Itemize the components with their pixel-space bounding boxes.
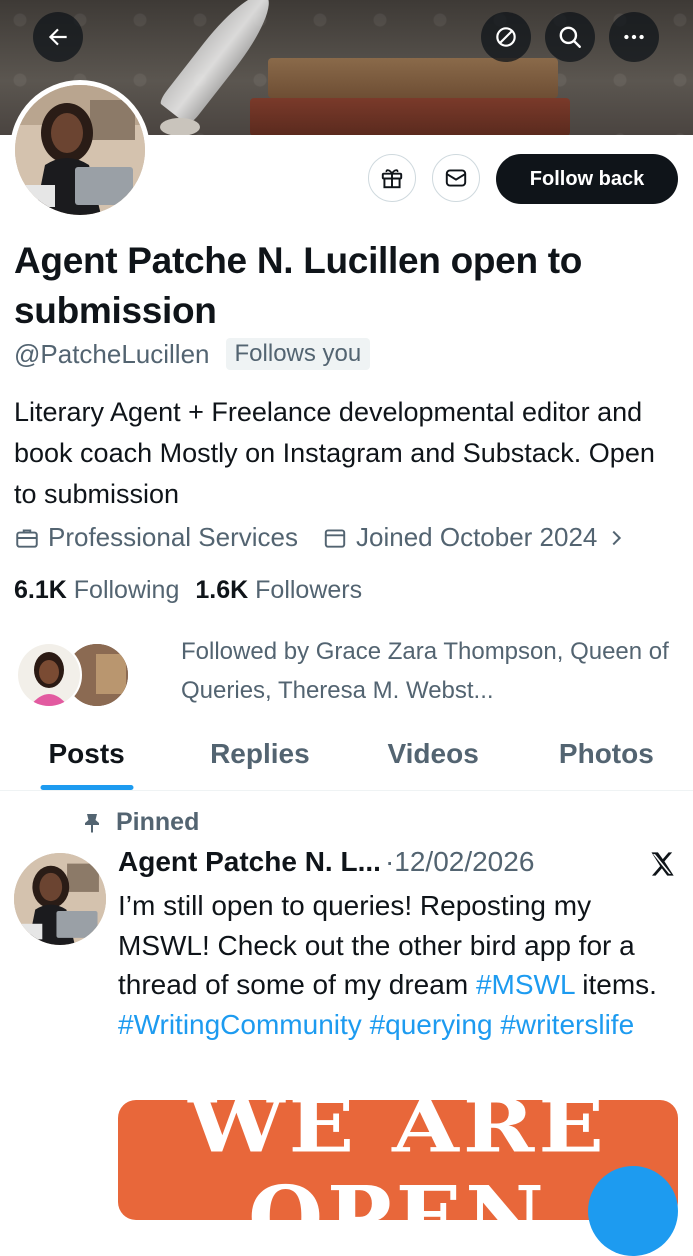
pin-icon — [85, 813, 99, 833]
banner-book — [268, 58, 558, 98]
hashtag-link[interactable]: #writerslife — [500, 1009, 634, 1040]
tab-label: Replies — [210, 738, 310, 769]
mail-icon — [445, 169, 467, 187]
hashtag-link[interactable]: #MSWL — [476, 969, 575, 1000]
arrow-left-icon — [48, 28, 67, 46]
gift-button[interactable] — [368, 154, 416, 202]
avatar-photo — [15, 85, 145, 215]
profile-meta: Professional Services Joined October 202… — [14, 522, 627, 553]
category-item[interactable]: Professional Services — [14, 522, 298, 553]
x-logo-icon — [648, 850, 676, 883]
tab-label: Posts — [48, 738, 125, 769]
chevron-right-icon — [612, 530, 622, 545]
follower-avatar — [16, 642, 82, 708]
followed-by-text[interactable]: Followed by Grace Zara Thompson, Queen o… — [181, 632, 671, 710]
post-date[interactable]: 12/02/2026 — [394, 846, 534, 878]
tab-replies[interactable]: Replies — [173, 722, 346, 790]
following-count: 6.1K — [14, 576, 67, 604]
tab-posts[interactable]: Posts — [0, 722, 173, 790]
profile-name: Agent Patche N. Lucillen open to submiss… — [14, 240, 583, 331]
tab-label: Photos — [558, 738, 654, 769]
category-label: Professional Services — [48, 522, 298, 552]
following-label: Following — [73, 576, 180, 604]
joined-item[interactable]: Joined October 2024 — [322, 522, 627, 553]
hashtag-link[interactable]: #WritingCommunity — [118, 1009, 362, 1040]
back-button[interactable] — [33, 12, 83, 62]
follows-you-badge: Follows you — [225, 338, 371, 370]
joined-label: Joined October 2024 — [356, 522, 598, 552]
tab-photos[interactable]: Photos — [520, 722, 693, 790]
active-tab-indicator — [40, 785, 134, 790]
follow-back-button[interactable]: Follow back — [496, 154, 678, 204]
profile-bio: Literary Agent + Freelance developmental… — [14, 397, 655, 509]
post-separator: · — [384, 846, 395, 877]
post-author-avatar[interactable] — [14, 853, 106, 945]
tab-label: Videos — [387, 738, 479, 769]
post-text-segment: items. — [574, 969, 657, 1000]
calendar-icon — [324, 528, 346, 548]
pinned-label: Pinned — [116, 808, 200, 836]
post-author-name[interactable]: Agent Patche N. L... — [118, 846, 381, 878]
compose-button[interactable] — [588, 1166, 678, 1256]
followed-by-avatars[interactable] — [14, 642, 134, 708]
profile-handle: @PatcheLucillen — [14, 338, 210, 369]
banner-inkwell — [160, 118, 200, 135]
profile-tabs: Posts Replies Videos Photos — [0, 722, 693, 791]
circle-slash-icon — [496, 27, 516, 47]
post-header: Agent Patche N. L... · 12/02/2026 — [118, 846, 534, 878]
handle-row: @PatcheLucillen Follows you — [14, 338, 371, 370]
profile-stats: 6.1K Following 1.6K Followers — [14, 576, 362, 605]
profile-avatar[interactable] — [10, 80, 150, 220]
more-button[interactable] — [609, 12, 659, 62]
search-icon — [559, 26, 581, 48]
tab-videos[interactable]: Videos — [347, 722, 520, 790]
image-text-line1: WE ARE — [188, 1100, 608, 1170]
more-horizontal-icon — [624, 34, 644, 40]
message-button[interactable] — [432, 154, 480, 202]
followers-count: 1.6K — [195, 576, 249, 604]
following-link[interactable]: 6.1K Following — [14, 576, 179, 605]
pinned-indicator: Pinned — [80, 808, 199, 837]
post-text: I’m still open to queries! Reposting my … — [118, 886, 678, 1044]
gift-icon — [381, 169, 403, 189]
followers-label: Followers — [255, 576, 363, 604]
search-button[interactable] — [545, 12, 595, 62]
hashtag-link[interactable]: #querying — [370, 1009, 493, 1040]
banner-book — [250, 98, 570, 135]
refresh-button[interactable] — [481, 12, 531, 62]
briefcase-icon — [16, 528, 38, 548]
followers-link[interactable]: 1.6K Followers — [195, 576, 362, 605]
